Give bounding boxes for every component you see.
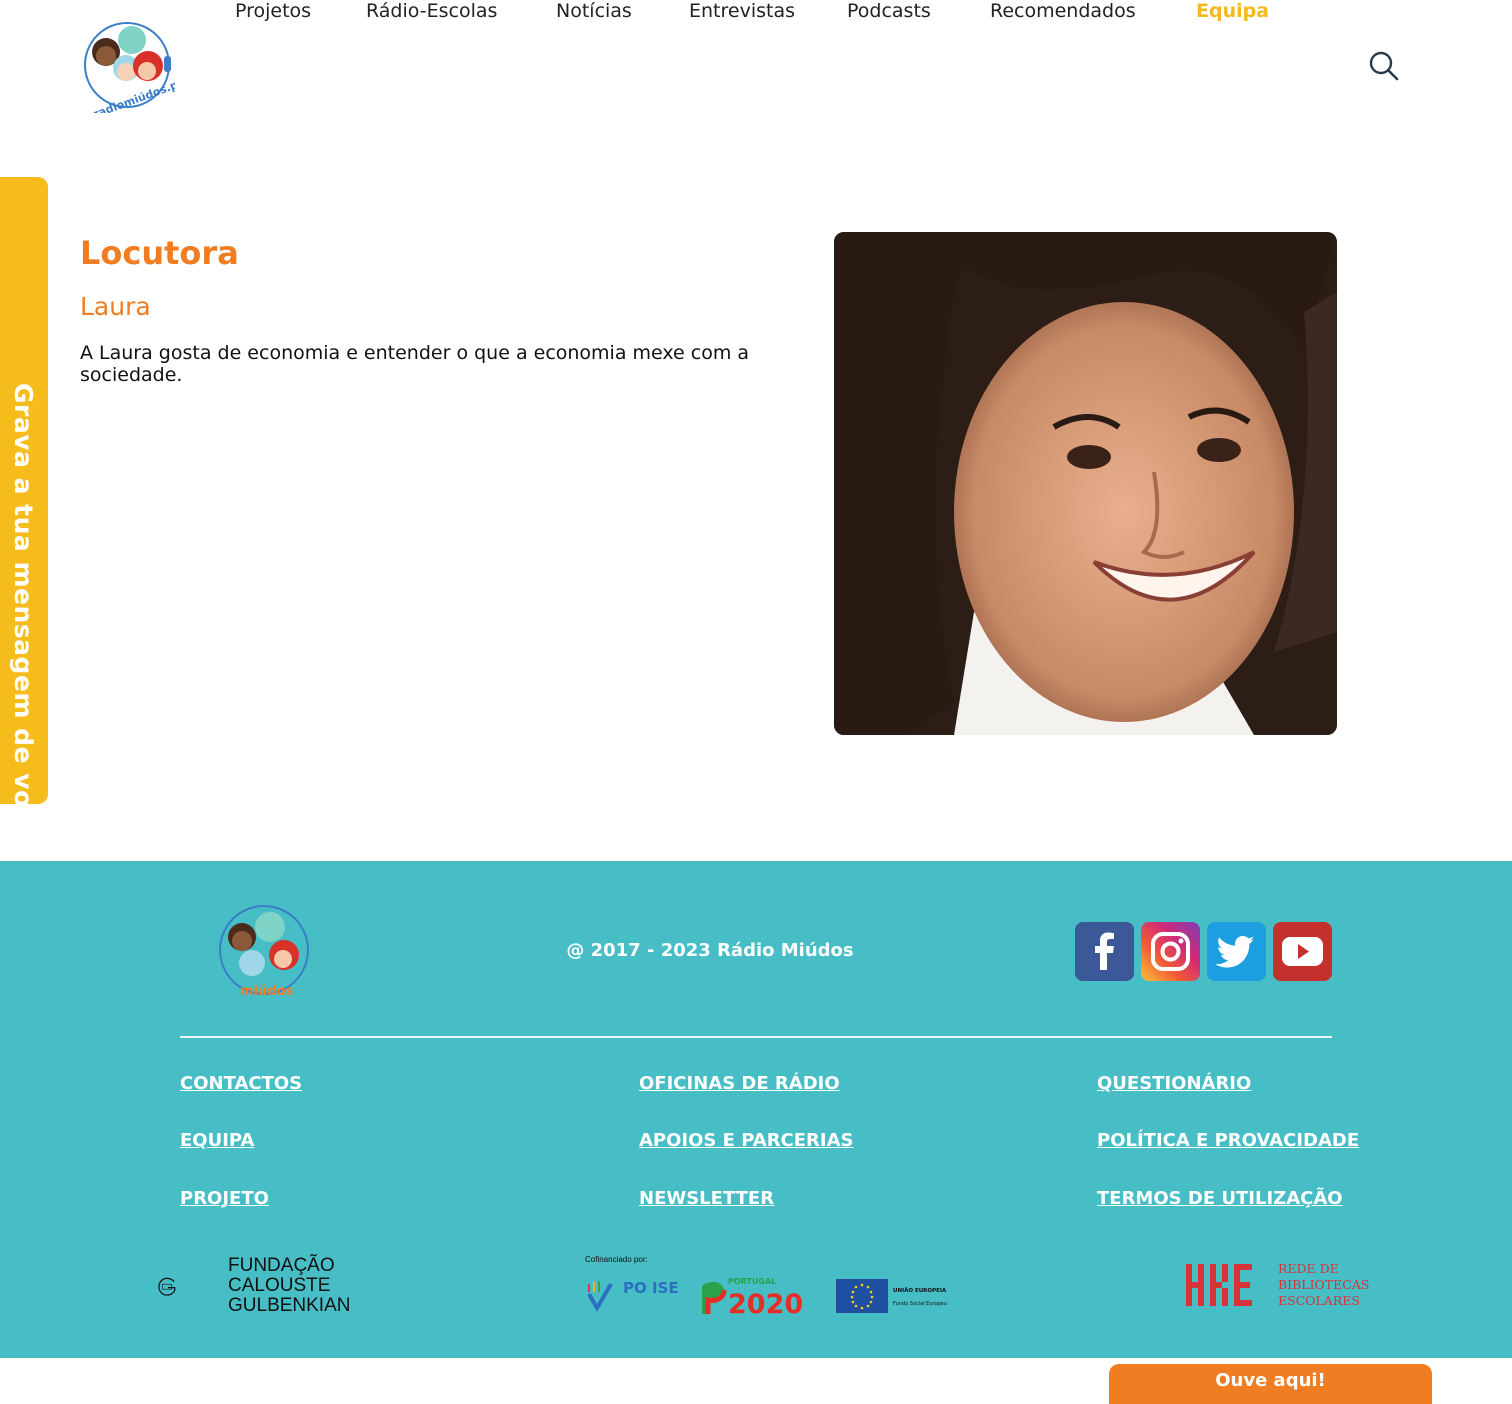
- portugal-2020-logo[interactable]: PORTUGAL 2020: [700, 1276, 816, 1316]
- svg-text:PORTUGAL: PORTUGAL: [728, 1277, 776, 1286]
- svg-text:UNIÃO EUROPEIA: UNIÃO EUROPEIA: [893, 1287, 947, 1294]
- voice-message-tab[interactable]: Grava a tua mensagem de voz aqui!: [0, 177, 48, 804]
- footer-link-equipa[interactable]: EQUIPA: [180, 1130, 254, 1151]
- footer-link-politica[interactable]: POLÍTICA E PROVACIDADE: [1097, 1130, 1359, 1151]
- radio-miudos-logo[interactable]: radiomiúdos.pt: [80, 18, 175, 113]
- facebook-icon[interactable]: [1075, 922, 1134, 981]
- footer-logo-text: miúdos: [240, 984, 293, 998]
- profile-photo: [834, 232, 1337, 735]
- svg-text:BIBLIOTECAS: BIBLIOTECAS: [1278, 1277, 1369, 1292]
- svg-text:2020: 2020: [728, 1289, 803, 1316]
- nav-entrevistas[interactable]: Entrevistas: [689, 0, 795, 22]
- search-icon[interactable]: [1366, 48, 1400, 82]
- svg-text:ESCOLARES: ESCOLARES: [1278, 1293, 1360, 1308]
- role-title: Locutora: [80, 234, 239, 272]
- instagram-icon[interactable]: [1141, 922, 1200, 981]
- nav-equipa[interactable]: Equipa: [1196, 0, 1269, 22]
- footer-link-apoios[interactable]: APOIOS E PARCERIAS: [639, 1130, 854, 1151]
- gulbenkian-logo[interactable]: [158, 1256, 220, 1318]
- po-ise-logo[interactable]: PO ISE: [585, 1276, 680, 1316]
- gulbenkian-text: FUNDAÇÃO CALOUSTE GULBENKIAN: [228, 1255, 351, 1316]
- footer-link-projeto[interactable]: PROJETO: [180, 1188, 269, 1209]
- footer-link-questionario[interactable]: QUESTIONÁRIO: [1097, 1073, 1251, 1094]
- nav-projetos[interactable]: Projetos: [235, 0, 311, 22]
- nav-podcasts[interactable]: Podcasts: [847, 0, 931, 22]
- listen-button[interactable]: Ouve aqui!: [1109, 1364, 1432, 1404]
- person-bio: A Laura gosta de economia e entender o q…: [80, 342, 750, 386]
- cofinanced-label: Cofinanciado por:: [585, 1255, 648, 1264]
- svg-text:REDE DE: REDE DE: [1278, 1262, 1339, 1276]
- svg-text:Fundo Social Europeu: Fundo Social Europeu: [893, 1301, 947, 1307]
- nav-radio-escolas[interactable]: Rádio-Escolas: [366, 0, 497, 22]
- footer-link-oficinas[interactable]: OFICINAS DE RÁDIO: [639, 1073, 840, 1094]
- footer-link-contactos[interactable]: CONTACTOS: [180, 1073, 302, 1094]
- rbe-logo[interactable]: REDE DE BIBLIOTECAS ESCOLARES: [1186, 1262, 1376, 1310]
- footer-link-newsletter[interactable]: NEWSLETTER: [639, 1188, 774, 1209]
- site-header: radiomiúdos.pt Projetos Rádio-Escolas No…: [0, 0, 1512, 130]
- voice-message-label: Grava a tua mensagem de voz aqui!: [9, 383, 38, 804]
- footer-link-termos[interactable]: TERMOS DE UTILIZAÇÃO: [1097, 1188, 1343, 1209]
- person-name: Laura: [80, 292, 151, 321]
- eu-flag-logo[interactable]: UNIÃO EUROPEIA Fundo Social Europeu: [836, 1277, 952, 1315]
- twitter-icon[interactable]: [1207, 922, 1266, 981]
- footer-logo[interactable]: miúdos: [212, 903, 317, 998]
- nav-recomendados[interactable]: Recomendados: [990, 0, 1136, 22]
- nav-noticias[interactable]: Notícias: [556, 0, 632, 22]
- youtube-icon[interactable]: [1273, 922, 1332, 981]
- svg-text:PO ISE: PO ISE: [623, 1279, 679, 1297]
- copyright: @ 2017 - 2023 Rádio Miúdos: [566, 940, 854, 961]
- footer-divider: [180, 1036, 1332, 1038]
